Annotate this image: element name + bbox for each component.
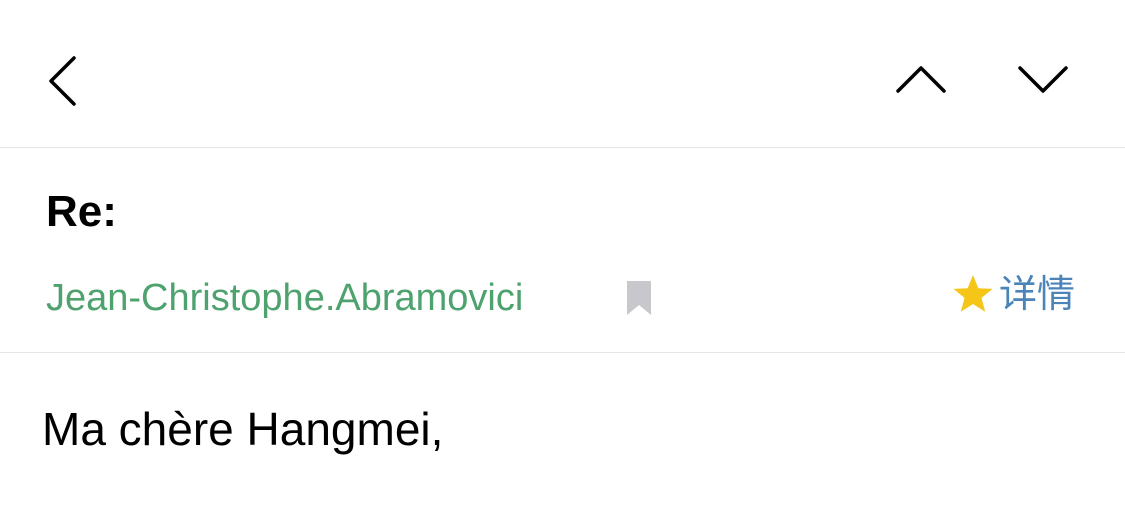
details-label: 详情	[998, 272, 1075, 316]
details-button[interactable]: 详情	[951, 272, 1075, 316]
back-button[interactable]	[40, 50, 88, 112]
chevron-left-icon	[49, 56, 76, 106]
previous-message-button[interactable]	[890, 55, 952, 103]
message-subject: Re:	[46, 187, 117, 236]
next-message-button[interactable]	[1012, 55, 1074, 103]
star-icon	[951, 272, 995, 316]
chevron-down-icon	[1018, 66, 1068, 93]
message-header: Re: Jean-Christophe.Abramovici 详情	[0, 148, 1125, 353]
chevron-up-icon	[896, 66, 946, 93]
bookmark-icon[interactable]	[626, 280, 652, 316]
sender-name[interactable]: Jean-Christophe.Abramovici	[46, 276, 523, 320]
navigation-bar	[0, 0, 1125, 148]
message-body: Ma chère Hangmei,	[42, 403, 444, 455]
